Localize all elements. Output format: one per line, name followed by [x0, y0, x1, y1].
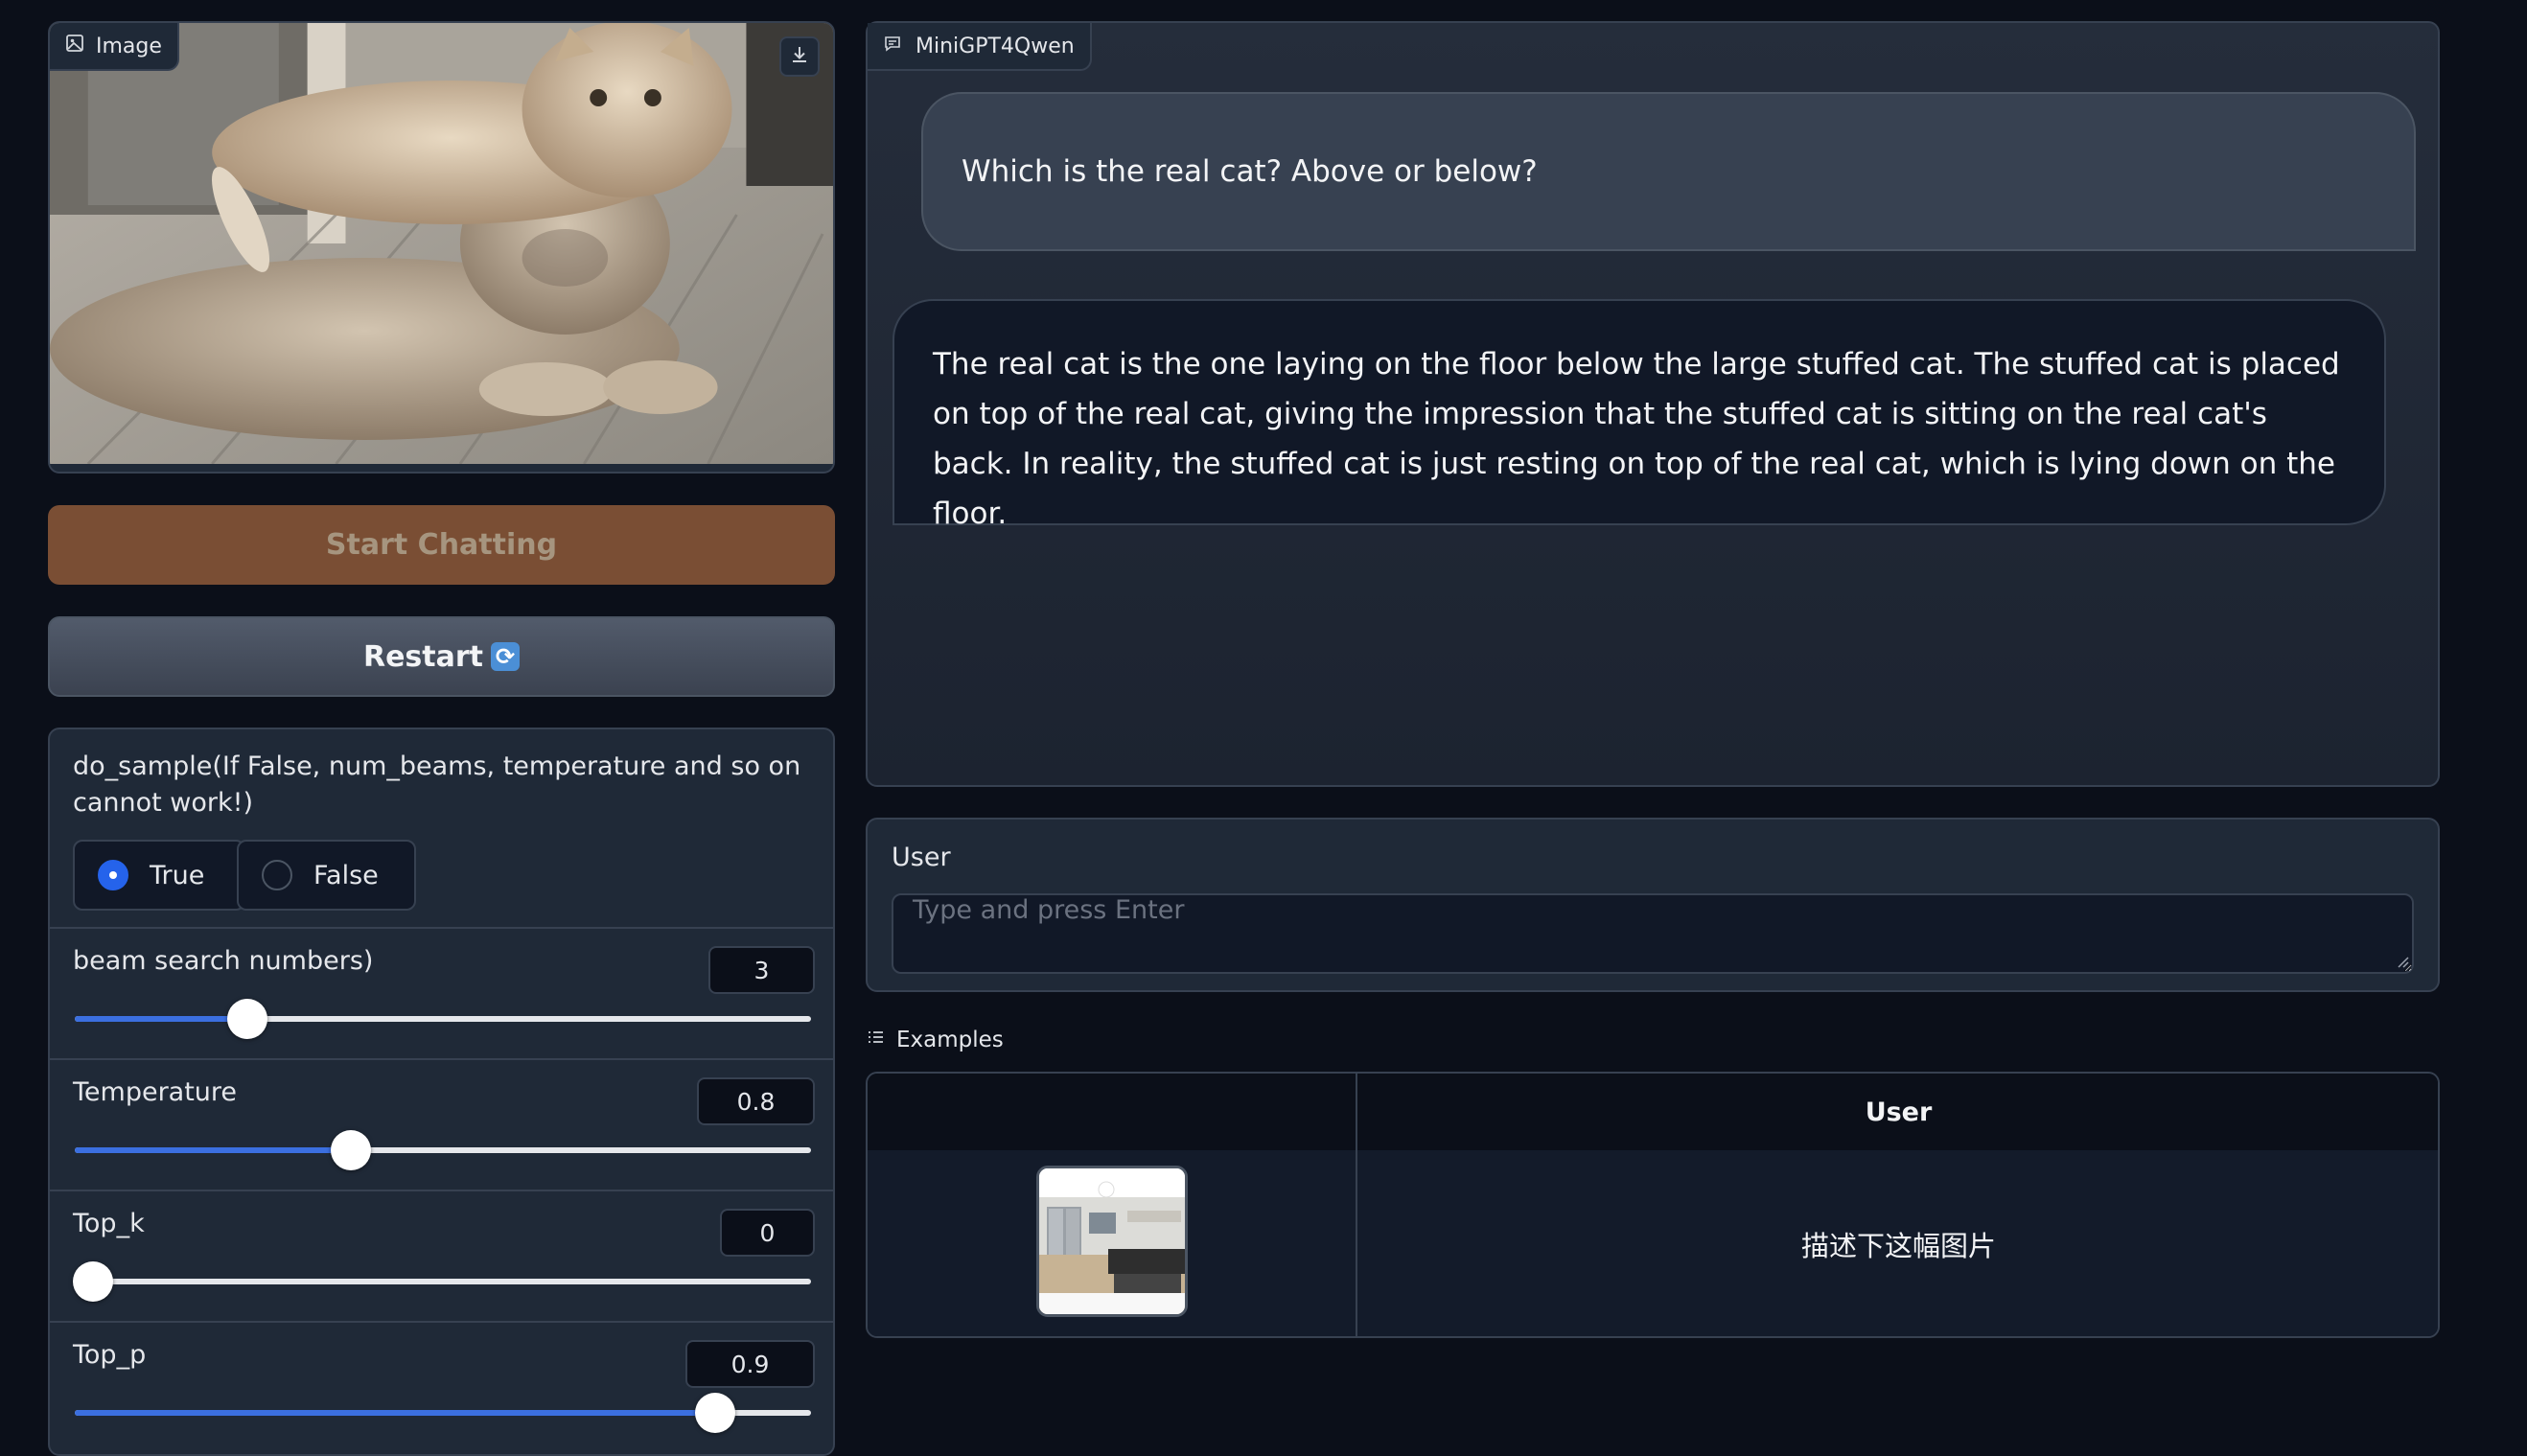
radio-label-true: True: [150, 860, 205, 890]
beam-label: beam search numbers): [73, 946, 374, 976]
radio-checked-icon: [98, 860, 128, 890]
beam-slider-thumb[interactable]: [227, 999, 268, 1039]
radio-unchecked-icon: [262, 860, 292, 890]
top-p-number-input[interactable]: 0.9: [685, 1340, 815, 1388]
user-message: Which is the real cat? Above or below?: [921, 92, 2416, 251]
do-sample-option-false[interactable]: False: [237, 840, 416, 911]
examples-header: Examples: [866, 1024, 1004, 1056]
examples-table: User 描述下这幅图片: [866, 1072, 2440, 1338]
top-k-slider[interactable]: [73, 1261, 811, 1302]
top-p-slider-fill: [75, 1410, 716, 1416]
chatbot-label: MiniGPT4Qwen: [868, 23, 1092, 71]
radio-label-false: False: [313, 860, 379, 890]
temperature-slider-thumb[interactable]: [331, 1130, 371, 1170]
user-input-label: User: [892, 843, 951, 872]
uploaded-cat-image: [50, 23, 833, 464]
examples-label: Examples: [896, 1028, 1004, 1052]
example-text: 描述下这幅图片: [1800, 1230, 1996, 1262]
do-sample-option-true[interactable]: True: [73, 840, 245, 911]
kitchen-thumbnail[interactable]: [1036, 1166, 1188, 1317]
bot-message: The real cat is the one laying on the fl…: [893, 299, 2386, 531]
beam-number-input[interactable]: 3: [708, 946, 815, 994]
examples-table-header: User: [868, 1074, 2438, 1150]
chatbot-title: MiniGPT4Qwen: [916, 34, 1075, 58]
image-icon: [65, 34, 84, 58]
example-row[interactable]: 描述下这幅图片: [868, 1150, 2438, 1336]
do-sample-label: do_sample(If False, num_beams, temperatu…: [73, 751, 801, 818]
temperature-slider[interactable]: [75, 1130, 811, 1170]
top-p-label: Top_p: [73, 1340, 147, 1370]
resize-grip-icon[interactable]: [2396, 954, 2409, 968]
image-panel-label: Image: [50, 23, 179, 71]
user-textbox[interactable]: [892, 893, 2414, 974]
restart-label: Restart: [362, 639, 484, 674]
temperature-setting: Temperature 0.8: [50, 1058, 833, 1191]
user-message-text: Which is the real cat? Above or below?: [962, 154, 1538, 189]
temperature-label: Temperature: [73, 1077, 238, 1107]
image-panel[interactable]: Image: [48, 21, 835, 474]
download-button[interactable]: [779, 36, 820, 77]
top-p-slider[interactable]: [75, 1393, 811, 1433]
temperature-slider-fill: [75, 1147, 351, 1153]
list-icon: [866, 1028, 885, 1052]
top-p-slider-thumb[interactable]: [695, 1393, 736, 1433]
start-chatting-button[interactable]: Start Chatting: [48, 505, 835, 585]
top-k-slider-thumb[interactable]: [73, 1261, 114, 1302]
top-k-number-input[interactable]: 0: [720, 1209, 815, 1257]
do-sample-setting: do_sample(If False, num_beams, temperatu…: [50, 729, 833, 929]
generation-settings-panel: do_sample(If False, num_beams, temperatu…: [48, 728, 835, 1456]
bot-message-text: The real cat is the one laying on the fl…: [933, 347, 2340, 531]
restart-button[interactable]: Restart ⟳: [48, 616, 835, 697]
top-k-setting: Top_k 0: [50, 1190, 833, 1323]
beam-slider-fill: [75, 1016, 248, 1022]
user-input-panel: User: [866, 818, 2440, 992]
beam-slider[interactable]: [75, 999, 811, 1039]
image-panel-title: Image: [96, 34, 162, 58]
chat-icon: [883, 34, 902, 58]
top-p-setting: Top_p 0.9: [50, 1321, 833, 1454]
beam-setting: beam search numbers) 3: [50, 927, 833, 1060]
chatbot-panel: MiniGPT4Qwen Which is the real cat? Abov…: [866, 21, 2440, 787]
temperature-number-input[interactable]: 0.8: [697, 1077, 815, 1125]
top-k-label: Top_k: [73, 1209, 145, 1238]
refresh-emoji-icon: ⟳: [491, 642, 521, 671]
examples-header-divider: [1356, 1074, 1357, 1150]
examples-column-user: User: [1865, 1097, 1933, 1127]
download-icon: [789, 44, 810, 69]
